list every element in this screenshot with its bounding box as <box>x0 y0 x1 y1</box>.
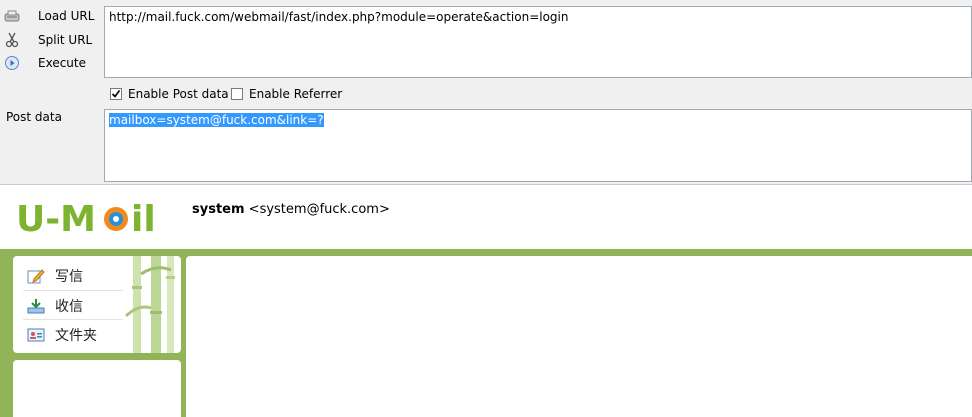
split-url-label: Split URL <box>38 33 93 47</box>
load-url-icon <box>4 8 20 24</box>
post-data-value: mailbox=system@fuck.com&link=? <box>109 113 324 127</box>
bamboo-decoration <box>124 256 175 353</box>
menu-item-compose-label: 写信 <box>55 269 83 285</box>
scissors-icon <box>4 32 20 48</box>
main-content-area <box>186 256 972 417</box>
pencil-icon <box>27 268 45 284</box>
folder-panel <box>13 360 181 417</box>
svg-text:il: il <box>131 199 156 239</box>
menu-item-folders-label: 文件夹 <box>55 328 97 344</box>
enable-referrer-checkbox[interactable]: Enable Referrer <box>231 87 342 101</box>
enable-post-checkbox[interactable]: Enable Post data <box>110 87 229 101</box>
execute-label: Execute <box>38 56 86 70</box>
checkbox-empty-icon[interactable] <box>231 88 243 100</box>
post-data-label: Post data <box>6 110 62 124</box>
url-value: http://mail.fuck.com/webmail/fast/index.… <box>109 10 569 24</box>
load-url-label: Load URL <box>38 9 95 23</box>
enable-referrer-label: Enable Referrer <box>249 87 343 101</box>
folder-card-icon <box>27 327 45 343</box>
menu-item-inbox[interactable]: 收信 <box>27 294 83 318</box>
menu-item-compose[interactable]: 写信 <box>27 264 83 288</box>
hackbar-panel: Load URL Split URL Execute http://mail.f… <box>0 0 972 185</box>
menu-item-inbox-label: 收信 <box>55 299 83 315</box>
post-data-textarea[interactable]: mailbox=system@fuck.com&link=? <box>104 109 972 182</box>
load-url-button[interactable]: Load URL <box>2 5 100 27</box>
menu-divider <box>23 319 123 320</box>
menu-item-folders[interactable]: 文件夹 <box>27 323 97 347</box>
enable-post-label: Enable Post data <box>128 87 229 101</box>
execute-button[interactable]: Execute <box>2 52 100 74</box>
umail-logo: U-M il <box>16 195 180 240</box>
checkbox-checked-icon[interactable] <box>110 88 122 100</box>
user-name: system <box>192 202 245 217</box>
split-url-button[interactable]: Split URL <box>2 29 100 51</box>
svg-text:U-M: U-M <box>16 199 96 239</box>
inbox-icon <box>27 298 45 314</box>
user-info: system <system@fuck.com> <box>192 202 390 217</box>
webmail-page: U-M il system <system@fuck.com> 写信 收信 文件… <box>0 185 972 417</box>
play-icon <box>4 55 20 71</box>
sidebar-menu: 写信 收信 文件夹 <box>13 256 181 353</box>
user-email: <system@fuck.com> <box>248 202 390 217</box>
menu-divider <box>23 290 123 291</box>
url-textarea[interactable]: http://mail.fuck.com/webmail/fast/index.… <box>104 6 972 78</box>
